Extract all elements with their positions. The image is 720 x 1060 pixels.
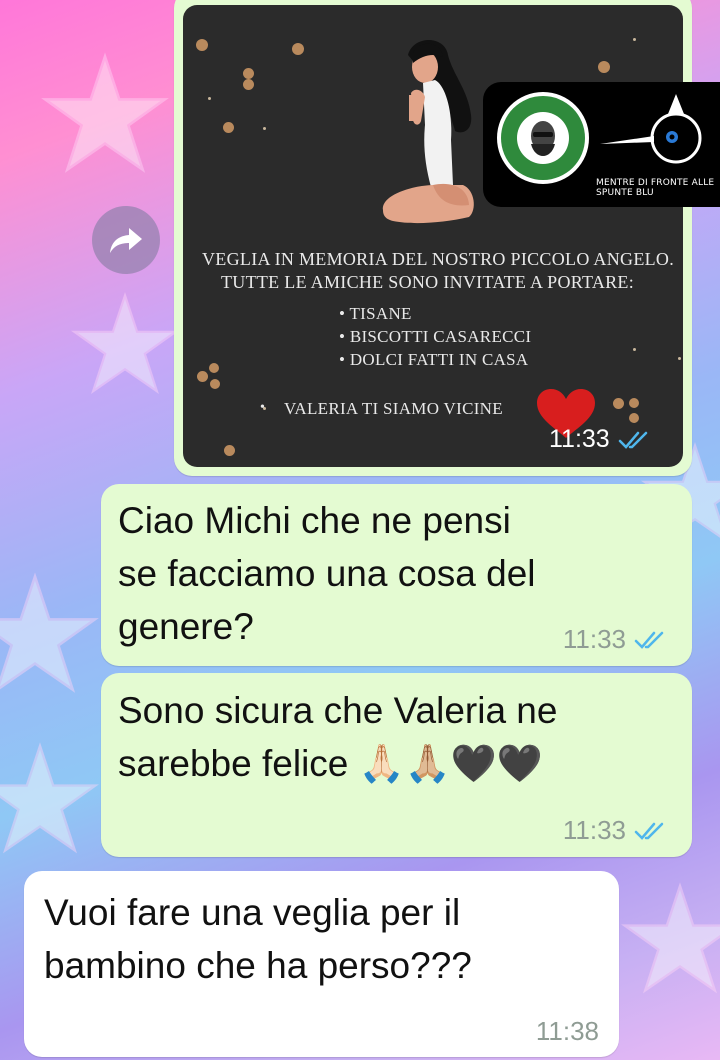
items-to-bring-list: TISANE BISCOTTI CASARECCI DOLCI FATTI IN… [339, 302, 532, 371]
message-time: 11:38 [535, 1016, 599, 1046]
forward-button[interactable] [92, 206, 160, 274]
message-time: 11:33 [549, 425, 610, 453]
decorative-dot [243, 68, 254, 79]
image-message-meta: 11:33 [549, 425, 650, 454]
decorative-dot [243, 79, 254, 90]
decorative-dot [263, 127, 266, 130]
message-text: Sono sicura che Valeria ne sarebbe felic… [118, 690, 558, 784]
commenti-memorabili-logo [497, 92, 589, 184]
decorative-dot [629, 398, 639, 408]
decorative-dot [209, 363, 219, 373]
invitation-line-1: VEGLIA IN MEMORIA DEL NOSTRO PICCOLO ANG… [202, 249, 675, 269]
list-item: BISCOTTI CASARECCI [339, 325, 531, 348]
decorative-dot [292, 43, 304, 55]
background-star [0, 572, 99, 693]
message-text: Vuoi fare una veglia per il bambino che … [44, 892, 472, 986]
message-time: 11:33 [562, 624, 626, 654]
double-check-icon [634, 631, 664, 649]
message-meta: 11:33 [563, 815, 666, 846]
decorative-dot [598, 61, 610, 73]
decorative-dot [197, 371, 208, 382]
double-check-icon [618, 431, 647, 449]
double-check-icon [634, 822, 664, 840]
praying-woman-illustration [382, 40, 474, 224]
decorative-dot [210, 379, 220, 389]
decorative-dot [223, 122, 234, 133]
decorative-dot [613, 398, 624, 409]
background-star [70, 292, 180, 394]
background-star [621, 882, 720, 994]
outgoing-message-bubble[interactable]: Sono sicura che Valeria ne sarebbe felic… [101, 673, 692, 857]
message-meta: 11:33 [563, 624, 666, 655]
watermark-logo-band: MENTRE DI FRONTE ALLE SPUNTE BLU [483, 82, 720, 207]
decorative-dot [196, 39, 208, 51]
forward-icon [110, 228, 142, 253]
list-item: DOLCI FATTI IN CASA [339, 348, 531, 371]
watermark-caption: MENTRE DI FRONTE ALLE SPUNTE BLU [596, 178, 715, 198]
decorative-dot [208, 97, 211, 100]
outgoing-message-bubble[interactable]: Ciao Michi che ne pensi se facciamo una … [101, 484, 692, 666]
message-text: Ciao Michi che ne pensi se facciamo una … [118, 500, 536, 647]
pinocchio-nose-logo [600, 94, 702, 164]
background-star [41, 52, 169, 173]
decorative-dot [629, 413, 639, 423]
list-item: TISANE [339, 302, 531, 325]
message-time: 11:33 [562, 815, 626, 845]
bullet-dot: • [260, 400, 266, 415]
message-meta: 11:38 [536, 1016, 599, 1047]
vigil-invitation-image[interactable]: VEGLIA IN MEMORIA DEL NOSTRO PICCOLO ANG… [183, 5, 683, 467]
decorative-dot [678, 357, 681, 360]
decorative-dot [633, 348, 636, 351]
invitation-line-2: TUTTE LE AMICHE SONO INVITATE A PORTARE: [221, 272, 635, 292]
incoming-message-bubble[interactable]: Vuoi fare una veglia per il bambino che … [24, 871, 619, 1057]
decorative-dot [224, 445, 235, 456]
invitation-closing: VALERIA TI SIAMO VICINE [284, 399, 503, 418]
decorative-dot [633, 38, 636, 41]
background-star [0, 742, 99, 854]
